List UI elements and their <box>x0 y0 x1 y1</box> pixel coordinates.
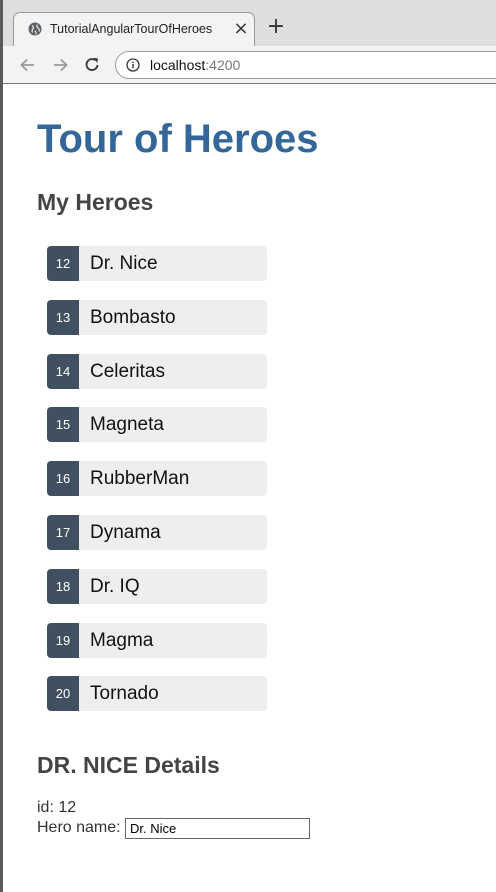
globe-icon <box>28 22 42 36</box>
hero-id-badge: 17 <box>47 514 79 550</box>
heroes-list: 12 Dr. Nice 13 Bombasto 14 Celeritas 15 Magneta… <box>47 246 267 730</box>
hero-name: Dynama <box>90 521 161 543</box>
hero-list-item[interactable]: 19 Magma <box>47 622 267 658</box>
hero-name-input[interactable] <box>125 818 310 839</box>
new-tab-button[interactable]: + <box>265 16 287 38</box>
reload-button[interactable] <box>82 55 102 75</box>
hero-list-item[interactable]: 15 Magneta <box>47 407 267 443</box>
close-icon[interactable]: × <box>232 20 250 38</box>
browser-window: TutorialAngularTourOfHeroes × + localhos… <box>0 0 496 892</box>
hero-name: Magneta <box>90 414 164 436</box>
back-button[interactable] <box>18 55 38 75</box>
browser-toolbar: localhost:4200 <box>3 46 496 84</box>
hero-name: Bombasto <box>90 306 176 328</box>
hero-list-item[interactable]: 17 Dynama <box>47 514 267 550</box>
hero-list-item[interactable]: 13 Bombasto <box>47 299 267 335</box>
url-host: localhost <box>150 57 206 73</box>
hero-list-item[interactable]: 20 Tornado <box>47 676 267 712</box>
hero-list-item[interactable]: 14 Celeritas <box>47 353 267 389</box>
reload-icon <box>85 57 99 71</box>
hero-name: Tornado <box>90 683 159 705</box>
url-port: :4200 <box>205 57 241 73</box>
hero-name: Dr. IQ <box>90 575 140 597</box>
heroes-heading: My Heroes <box>37 189 154 215</box>
arrow-right-icon <box>54 58 68 72</box>
hero-id-badge: 14 <box>47 353 79 389</box>
forward-button[interactable] <box>50 55 70 75</box>
hero-id-line: id: 12 <box>37 799 77 816</box>
details-heading: DR. NICE Details <box>37 752 220 778</box>
hero-name: Magma <box>90 629 154 651</box>
hero-name: Celeritas <box>90 360 165 382</box>
url-text[interactable]: localhost:4200 <box>150 57 240 73</box>
hero-id-badge: 15 <box>47 407 79 443</box>
hero-name-label: Hero name: <box>37 819 121 836</box>
info-icon[interactable] <box>126 58 140 72</box>
hero-name: Dr. Nice <box>90 253 158 274</box>
tab-title: TutorialAngularTourOfHeroes <box>50 22 213 36</box>
browser-tab[interactable]: TutorialAngularTourOfHeroes × <box>13 12 255 46</box>
address-bar[interactable]: localhost:4200 <box>115 51 496 79</box>
hero-id-badge: 19 <box>47 622 79 658</box>
hero-id-badge: 20 <box>47 676 79 712</box>
arrow-left-icon <box>20 58 34 72</box>
hero-list-item[interactable]: 18 Dr. IQ <box>47 568 267 604</box>
hero-id-badge: 12 <box>47 246 79 281</box>
page-content: Tour of Heroes My Heroes 12 Dr. Nice 13 Bom… <box>3 85 496 892</box>
tab-strip: TutorialAngularTourOfHeroes × + <box>3 0 496 46</box>
hero-list-item[interactable]: 16 RubberMan <box>47 461 267 497</box>
app-title: Tour of Heroes <box>37 117 319 161</box>
hero-name: RubberMan <box>90 468 190 490</box>
hero-id-badge: 18 <box>47 568 79 604</box>
hero-list-item[interactable]: 12 Dr. Nice <box>47 246 267 281</box>
hero-id-badge: 16 <box>47 461 79 497</box>
hero-id-badge: 13 <box>47 299 79 335</box>
